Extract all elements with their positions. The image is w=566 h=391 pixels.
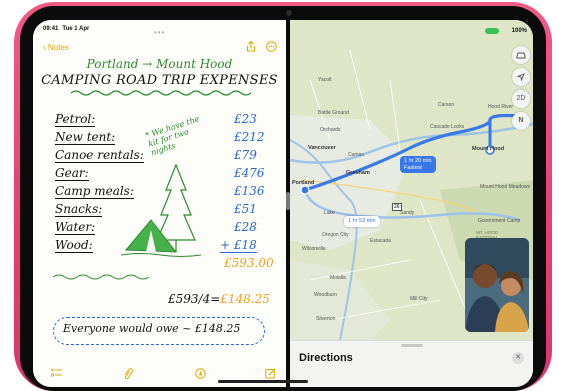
title-underline xyxy=(71,90,251,96)
calc-result: £148.25 xyxy=(220,292,270,306)
map-label-oregon-city: Oregon City xyxy=(322,232,349,238)
front-camera xyxy=(286,10,292,16)
route-primary-label[interactable]: 1 hr 20 min Fastest xyxy=(400,156,436,173)
expense-amount: £23 xyxy=(234,112,257,126)
expense-amount: £212 xyxy=(234,130,265,144)
map-label-mount-hood: Mount Hood xyxy=(472,146,505,152)
pen-icon[interactable] xyxy=(195,368,206,382)
expense-label: Petrol: xyxy=(55,112,96,127)
expense-amount: £79 xyxy=(234,148,257,162)
multitasking-dots-icon[interactable]: ••• xyxy=(154,28,165,37)
route-primary-tag: Fastest xyxy=(404,164,423,171)
back-label: Notes xyxy=(48,43,69,52)
battery-pill xyxy=(485,28,499,34)
sheet-grabber[interactable] xyxy=(401,344,423,347)
chevron-left-icon: ‹ xyxy=(43,42,46,52)
notes-app: 09:41 Tue 1 Apr ••• ‹ Notes Portland → Mou… xyxy=(33,20,286,387)
directions-title: Directions xyxy=(299,352,353,364)
map-label-vancouver: Vancouver xyxy=(308,145,336,151)
map-label-gresham: Gresham xyxy=(346,170,370,176)
route-alt-label[interactable]: 1 hr 53 min xyxy=(344,216,380,227)
close-icon[interactable]: ✕ xyxy=(512,352,524,364)
note-route-title: Portland → Mount Hood xyxy=(86,57,233,71)
paperclip-icon[interactable] xyxy=(123,368,133,382)
map-label-cascade-locks: Cascade Locks xyxy=(430,124,465,130)
map-label-mill-city: Mill City xyxy=(410,296,428,302)
share-icon[interactable] xyxy=(246,40,256,55)
map-label-molalla: Molalla xyxy=(330,275,346,281)
map-label-carson: Carson xyxy=(438,102,455,108)
map-label-mount-hood-resort: Mount Hood Meadows xyxy=(480,184,531,190)
calc-lhs: £593/4= xyxy=(168,292,221,306)
map-label-woodburn: Woodburn xyxy=(314,292,337,298)
maps-app[interactable]: 100% 2D N Yacolt Battle Ground Orchards … xyxy=(290,20,533,387)
tent-drawing xyxy=(121,163,202,257)
status-bar: 09:41 Tue 1 Apr xyxy=(43,26,93,32)
view-mode-button[interactable]: 2D xyxy=(512,90,530,108)
map-label-silverton: Silverton xyxy=(316,316,336,322)
expense-label: Water: xyxy=(55,220,96,235)
checklist-icon[interactable] xyxy=(50,368,62,381)
ipad-device: 09:41 Tue 1 Apr ••• ‹ Notes Portland → Mou… xyxy=(0,0,566,391)
map-label-government-camp: Government Camp xyxy=(478,218,521,224)
expense-label: Gear: xyxy=(55,166,89,181)
map-label-battle-ground: Battle Ground xyxy=(318,110,349,116)
compass-button[interactable]: N xyxy=(512,112,530,130)
expense-label: New tent: xyxy=(55,130,116,145)
map-label-camas: Camas xyxy=(348,152,364,158)
map-label-sandy: Sandy xyxy=(400,210,415,216)
status-date: Tue 1 Apr xyxy=(62,26,90,32)
doodle-underline xyxy=(53,274,150,280)
more-icon[interactable] xyxy=(266,41,277,55)
directions-sheet[interactable]: Directions ✕ xyxy=(290,340,533,387)
back-button[interactable]: ‹ Notes xyxy=(43,42,69,52)
expense-amount: + £18 xyxy=(220,238,257,253)
expense-amount: £51 xyxy=(234,202,257,216)
expense-label: Wood: xyxy=(55,238,93,253)
expense-total: £593.00 xyxy=(224,256,274,270)
map-label-estacada: Estacada xyxy=(370,238,391,244)
map-label-wilsonville: Wilsonville xyxy=(302,246,326,252)
map-label-orchards: Orchards xyxy=(320,127,341,133)
map-status: 100% xyxy=(511,28,527,34)
map-label-portland: Portland xyxy=(292,180,315,186)
facetime-video-tile[interactable] xyxy=(465,238,529,332)
expense-amount: £28 xyxy=(234,220,257,234)
highway-shield: 26 xyxy=(392,203,402,211)
status-time: 09:41 xyxy=(43,26,59,32)
ipad-screen: 09:41 Tue 1 Apr ••• ‹ Notes Portland → Mou… xyxy=(33,20,533,387)
map-label-yacolt: Yacolt xyxy=(318,77,332,83)
home-indicator[interactable] xyxy=(218,380,308,383)
location-arrow-icon[interactable] xyxy=(512,68,530,86)
side-note: * We have the kit for two nights xyxy=(144,114,201,158)
note-main-title: CAMPING ROAD TRIP EXPENSES xyxy=(41,73,278,88)
map-label-lake: Lake xyxy=(324,210,335,216)
car-icon[interactable] xyxy=(512,46,530,64)
expense-amount: £476 xyxy=(234,166,265,180)
expense-amount: £136 xyxy=(234,184,265,198)
owe-text: Everyone would owe ~ £148.25 xyxy=(63,322,241,335)
expense-label: Snacks: xyxy=(55,202,103,217)
split-calculation: £593/4=£148.25 xyxy=(168,292,270,306)
route-primary-time: 1 hr 20 min xyxy=(404,158,432,164)
map-label-hood-river: Hood River xyxy=(488,104,514,110)
